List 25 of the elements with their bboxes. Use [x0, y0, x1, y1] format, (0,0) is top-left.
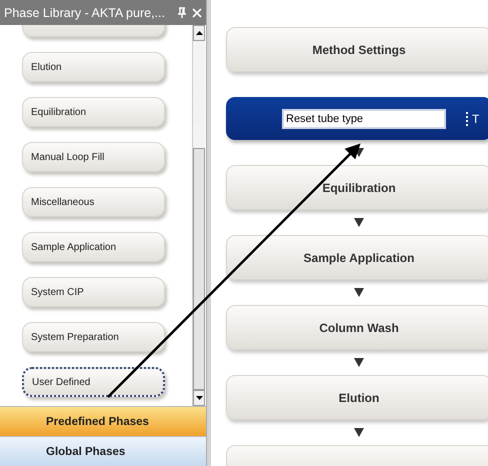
phase-tab[interactable]: Predefined Phases: [0, 406, 206, 436]
selected-method-step[interactable]: Reset tube type T: [226, 97, 488, 140]
phase-button[interactable]: Equilibration: [22, 97, 165, 127]
phase-button[interactable]: System Preparation: [22, 322, 165, 352]
pin-icon[interactable]: [178, 7, 186, 18]
method-step[interactable]: Elution: [226, 375, 488, 420]
scroll-up-icon[interactable]: [196, 31, 202, 35]
scroll-thumb[interactable]: [193, 148, 205, 390]
method-step[interactable]: Sample Application: [226, 235, 488, 280]
method-step[interactable]: Column Wash: [226, 305, 488, 350]
phase-button[interactable]: Sample Application: [22, 232, 165, 262]
close-icon[interactable]: [192, 8, 202, 18]
phase-button[interactable]: Elution: [22, 52, 165, 82]
scroll-down-icon[interactable]: [196, 396, 202, 400]
phase-tab[interactable]: Global Phases: [0, 436, 206, 466]
step-name-input[interactable]: Reset tube type: [282, 108, 446, 128]
scrollbar[interactable]: [192, 25, 205, 406]
phase-button[interactable]: System CIP: [22, 277, 165, 307]
phase-button[interactable]: User Defined: [22, 367, 165, 397]
panel-title: Phase Library - AKTA pure,...: [4, 6, 166, 20]
method-step[interactable]: Method Settings: [226, 27, 488, 72]
phase-button[interactable]: Manual Loop Fill: [22, 142, 165, 172]
step-side-label: T: [472, 112, 480, 126]
method-step[interactable]: Equilibration: [226, 165, 488, 210]
phase-button[interactable]: Miscellaneous: [22, 187, 165, 217]
